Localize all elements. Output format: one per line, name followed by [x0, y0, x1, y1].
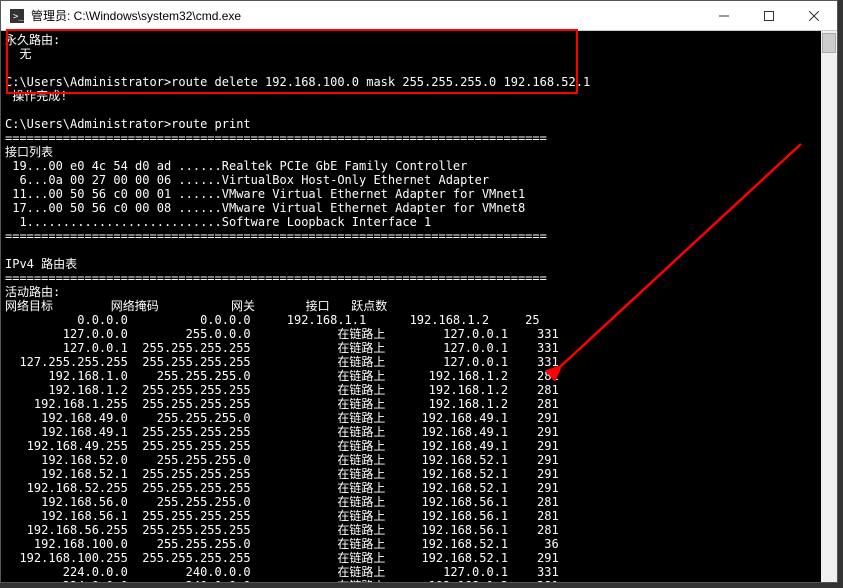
maximize-button[interactable] [746, 1, 791, 30]
svg-text:>_: >_ [13, 12, 24, 22]
cmd-icon: >_ [9, 8, 25, 24]
scrollbar[interactable] [821, 31, 837, 582]
minimize-button[interactable] [701, 1, 746, 30]
titlebar[interactable]: >_ 管理员: C:\Windows\system32\cmd.exe [1, 1, 837, 31]
console-body[interactable]: 永久路由: 无 C:\Users\Administrator>route del… [1, 31, 837, 582]
scroll-thumb[interactable] [822, 33, 836, 53]
console-output: 永久路由: 无 C:\Users\Administrator>route del… [1, 31, 821, 582]
cmd-window: >_ 管理员: C:\Windows\system32\cmd.exe 永久路由… [0, 0, 838, 583]
close-button[interactable] [791, 1, 837, 30]
window-controls [701, 1, 837, 30]
window-title: 管理员: C:\Windows\system32\cmd.exe [31, 7, 701, 24]
